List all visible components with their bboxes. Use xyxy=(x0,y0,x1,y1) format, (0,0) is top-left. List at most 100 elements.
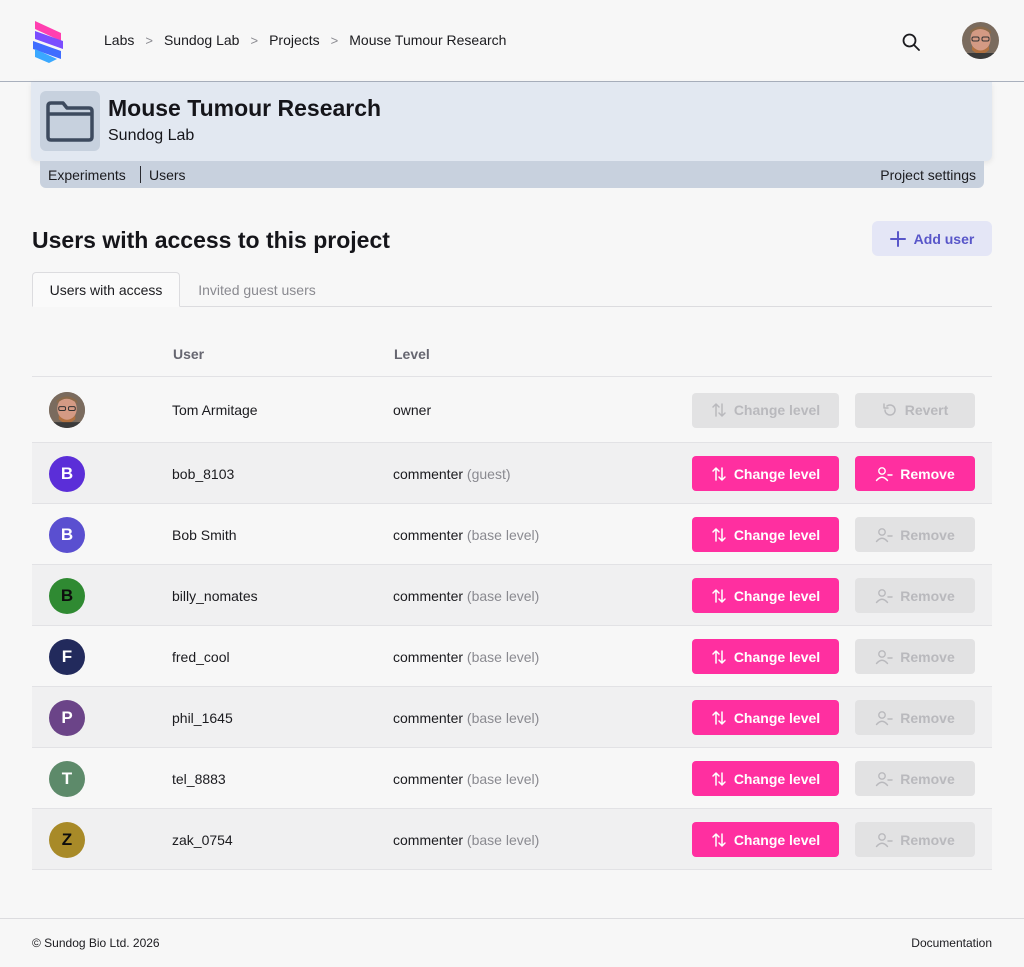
footer-divider xyxy=(0,918,1024,919)
project-title: Mouse Tumour Research xyxy=(108,95,382,121)
level-value: commenter xyxy=(393,648,464,665)
user-minus-icon xyxy=(876,771,893,786)
change-level-button[interactable]: Change level xyxy=(692,639,839,674)
user-name: tel_8883 xyxy=(172,770,226,787)
change-level-button[interactable]: Change level xyxy=(692,822,839,857)
user-name: billy_nomates xyxy=(172,587,258,604)
sort-arrows-icon xyxy=(712,832,726,847)
top-bar: Labs > Sundog Lab > Projects > Mouse Tum… xyxy=(0,0,1024,82)
remove-button[interactable]: Remove xyxy=(855,578,975,613)
user-name: zak_0754 xyxy=(172,831,233,848)
remove-label: Remove xyxy=(900,648,955,665)
table-row: Bbob_8103 commenter (guest) Change level Re… xyxy=(32,442,992,503)
user-level: commenter (base level) xyxy=(393,588,539,604)
user-minus-icon xyxy=(876,466,893,481)
remove-button[interactable]: Remove xyxy=(855,517,975,552)
user-name: bob_8103 xyxy=(172,465,235,482)
avatar-initial: B xyxy=(60,524,74,544)
level-note: (base level) xyxy=(466,648,540,665)
change-level-label: Change level xyxy=(733,770,821,787)
level-note: (base level) xyxy=(466,831,540,848)
footer-copyright: © Sundog Bio Ltd. 2026 xyxy=(32,936,160,950)
remove-button[interactable]: Remove xyxy=(855,761,975,796)
avatar: T xyxy=(49,760,85,797)
project-banner: Mouse Tumour Research Sundog Lab xyxy=(31,82,992,161)
avatar-photo xyxy=(962,22,999,59)
breadcrumb-lab[interactable]: Sundog Lab xyxy=(164,32,240,48)
breadcrumb-current[interactable]: Mouse Tumour Research xyxy=(349,32,506,48)
user-name: fred_cool xyxy=(172,648,230,665)
project-subnav: Experiments Users Project settings xyxy=(40,161,984,188)
sort-arrows-icon xyxy=(712,466,726,481)
user-minus-icon xyxy=(876,832,893,847)
level-value: commenter xyxy=(393,526,464,543)
avatar-initial: P xyxy=(61,707,73,727)
undo-icon xyxy=(882,403,896,416)
change-level-label: Change level xyxy=(733,831,821,848)
search-button[interactable] xyxy=(898,29,924,55)
level-note: (base level) xyxy=(466,587,540,604)
change-level-button[interactable]: Change level xyxy=(692,392,839,428)
change-level-label: Change level xyxy=(733,587,821,604)
change-level-label: Change level xyxy=(733,402,821,418)
change-level-button[interactable]: Change level xyxy=(692,761,839,796)
user-level: commenter (base level) xyxy=(393,710,539,726)
level-value: commenter xyxy=(393,770,464,787)
avatar-initial: T xyxy=(61,768,73,788)
level-value: commenter xyxy=(393,465,464,482)
change-level-button[interactable]: Change level xyxy=(692,700,839,735)
avatar: B xyxy=(49,455,85,492)
subnav-experiments[interactable]: Experiments xyxy=(48,167,126,183)
sort-arrows-icon xyxy=(712,403,726,417)
subnav-project-settings[interactable]: Project settings xyxy=(880,167,976,183)
change-level-button[interactable]: Change level xyxy=(692,456,839,491)
column-header-user: User xyxy=(173,346,205,362)
table-row: B Bob Smith commenter (base level) Change l… xyxy=(32,503,992,564)
change-level-label: Change level xyxy=(733,709,821,726)
remove-label: Remove xyxy=(900,770,955,787)
level-note: (base level) xyxy=(466,770,540,787)
tab-users-with-access[interactable]: Users with access xyxy=(32,272,180,307)
breadcrumb-projects[interactable]: Projects xyxy=(269,32,320,48)
chevron-right-icon: > xyxy=(330,32,339,48)
avatar-initial: Z xyxy=(61,829,73,849)
chevron-right-icon: > xyxy=(145,32,153,48)
revert-label: Revert xyxy=(904,402,949,418)
remove-button[interactable]: Remove xyxy=(855,700,975,735)
page-title: Users with access to this project xyxy=(32,227,390,253)
avatar: Z xyxy=(49,821,85,858)
tab-invited-guest-users[interactable]: Invited guest users xyxy=(180,272,334,307)
table-row: Pphil_1645 commenter (base level) Change l… xyxy=(32,686,992,747)
user-avatar[interactable] xyxy=(962,22,999,59)
remove-label: Remove xyxy=(900,831,955,848)
table-bottom-border xyxy=(32,869,992,870)
change-level-label: Change level xyxy=(733,465,821,482)
user-level: commenter (guest) xyxy=(393,466,511,482)
change-level-button[interactable]: Change level xyxy=(692,578,839,613)
sort-arrows-icon xyxy=(712,588,726,603)
breadcrumb-labs[interactable]: Labs xyxy=(104,32,134,48)
remove-button[interactable]: Remove xyxy=(855,822,975,857)
avatar: B xyxy=(49,516,85,553)
change-level-label: Change level xyxy=(733,526,821,543)
remove-label: Remove xyxy=(900,587,955,604)
remove-button[interactable]: Remove xyxy=(855,456,975,491)
level-note: (base level) xyxy=(466,526,540,543)
remove-label: Remove xyxy=(900,526,955,543)
user-minus-icon xyxy=(876,649,893,664)
level-value: commenter xyxy=(393,831,464,848)
sort-arrows-icon xyxy=(712,771,726,786)
footer-documentation-link[interactable]: Documentation xyxy=(911,936,992,950)
revert-button[interactable]: Revert xyxy=(855,392,975,428)
folder-icon xyxy=(40,91,100,151)
table-row: Ttel_8883 commenter (base level) Change le… xyxy=(32,747,992,808)
change-level-button[interactable]: Change level xyxy=(692,517,839,552)
app-logo[interactable] xyxy=(31,19,65,63)
user-minus-icon xyxy=(876,588,893,603)
add-user-button[interactable]: Add user xyxy=(872,221,992,256)
table-row: Bbilly_nomates commenter (base level) Chan… xyxy=(32,564,992,625)
subnav-users[interactable]: Users xyxy=(149,167,186,183)
remove-button[interactable]: Remove xyxy=(855,639,975,674)
chevron-right-icon: > xyxy=(250,32,259,48)
user-level: commenter (base level) xyxy=(393,832,539,848)
